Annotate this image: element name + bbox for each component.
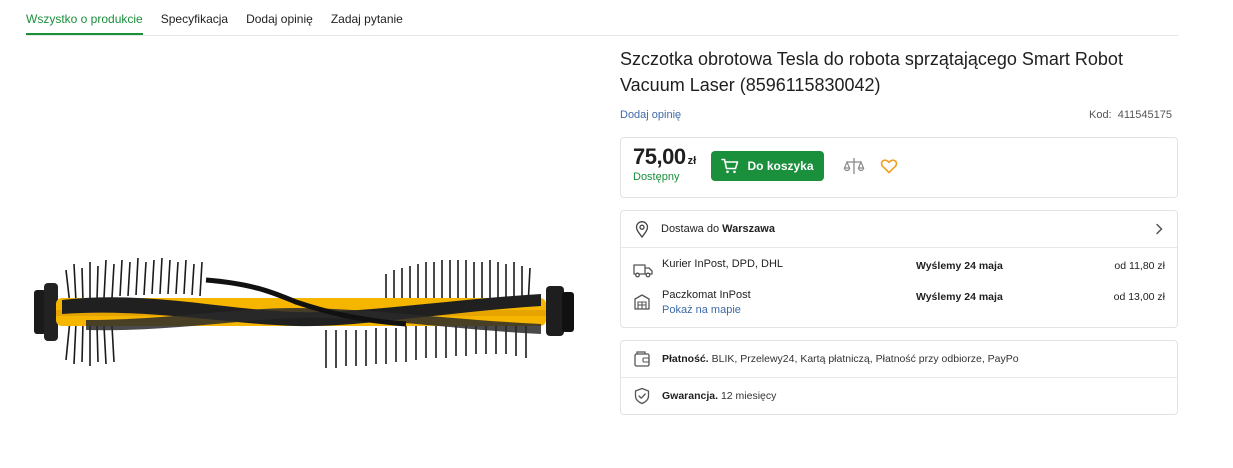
payment-row: Płatność. BLIK, Przelewy24, Kartą płatni… (621, 341, 1177, 378)
shipping-option-parcel-locker: Paczkomat InPost Pokaż na mapie Wyślemy … (621, 289, 1177, 319)
shield-check-icon (634, 387, 650, 405)
price-currency: zł (687, 155, 697, 167)
cart-icon (721, 158, 739, 174)
payment-label: Płatność. (662, 353, 709, 365)
payment-warranty-box: Płatność. BLIK, Przelewy24, Kartą płatni… (620, 340, 1178, 415)
add-to-cart-button[interactable]: Do koszyka (711, 151, 824, 181)
tab-add-review[interactable]: Dodaj opinię (246, 0, 313, 35)
product-title: Szczotka obrotowa Tesla do robota sprząt… (620, 49, 1123, 95)
compare-icon[interactable] (843, 155, 865, 177)
shipping-option-courier: Kurier InPost, DPD, DHL Wyślemy 24 maja … (621, 258, 1177, 288)
parcel-locker-icon (634, 294, 650, 310)
add-review-link[interactable]: Dodaj opinię (620, 109, 681, 121)
tab-ask-question[interactable]: Zadaj pytanie (331, 0, 403, 35)
warranty-text: Gwarancja. 12 miesięcy (662, 390, 776, 402)
product-code: Kod: 411545175 (1089, 109, 1172, 121)
truck-icon (633, 264, 653, 278)
price-box: 75,00 zł Dostępny Do koszyka (620, 137, 1178, 198)
warranty-label: Gwarancja. (662, 390, 719, 402)
add-to-cart-label: Do koszyka (747, 159, 814, 173)
shipping-price: od 13,00 zł (1113, 291, 1165, 303)
shipping-option-name: Paczkomat InPost (662, 289, 751, 301)
product-tabs: Wszystko o produkcie Specyfikacja Dodaj … (26, 0, 1178, 36)
payment-methods: BLIK, Przelewy24, Kartą płatniczą, Płatn… (711, 353, 1019, 365)
wallet-icon (634, 351, 650, 367)
warranty-period: 12 miesięcy (720, 390, 777, 402)
shipping-date: Wyślemy 24 maja (916, 260, 1003, 272)
product-code-label: Kod: (1088, 109, 1112, 121)
shipping-price: od 11,80 zł (1114, 260, 1165, 272)
product-image[interactable] (26, 250, 586, 375)
shipping-date: Wyślemy 24 maja (916, 291, 1003, 303)
delivery-location-selector[interactable]: Dostawa do Warszawa (621, 211, 1177, 248)
price-amount: 75,00 (633, 144, 686, 169)
price: 75,00 zł (633, 144, 696, 170)
product-code-value: 411545175 (1117, 109, 1172, 121)
delivery-prefix: Dostawa do (661, 223, 720, 235)
delivery-city: Warszawa (722, 223, 775, 235)
payment-text: Płatność. BLIK, Przelewy24, Kartą płatni… (662, 353, 1019, 365)
wishlist-heart-icon[interactable] (880, 157, 898, 175)
tab-all-about-product[interactable]: Wszystko o produkcie (26, 0, 143, 35)
location-pin-icon (635, 221, 649, 238)
delivery-box: Dostawa do Warszawa Kurier InPost, DPD, … (620, 210, 1178, 328)
show-on-map-link[interactable]: Pokaż na mapie (662, 304, 741, 316)
delivery-label: Dostawa do Warszawa (661, 223, 775, 235)
availability-status: Dostępny (633, 171, 680, 183)
tab-specification[interactable]: Specyfikacja (161, 0, 228, 35)
warranty-row: Gwarancja. 12 miesięcy (621, 378, 1177, 415)
chevron-right-icon (1156, 223, 1163, 235)
shipping-option-name: Kurier InPost, DPD, DHL (662, 258, 784, 270)
